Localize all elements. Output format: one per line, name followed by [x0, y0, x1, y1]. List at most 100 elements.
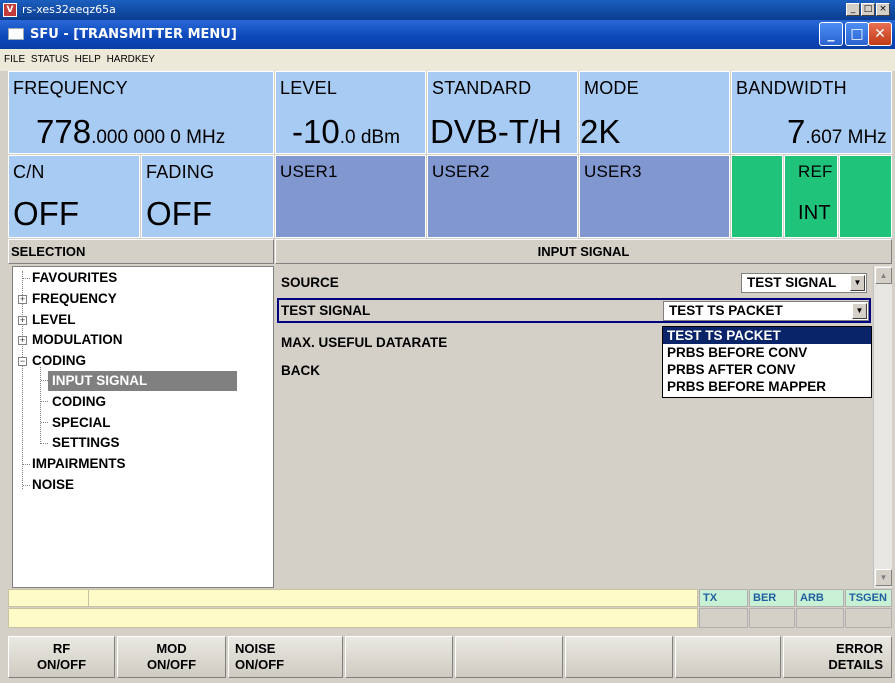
user2-label: USER2 — [432, 162, 490, 181]
expand-icon[interactable]: + — [18, 295, 27, 304]
tree-item-frequency[interactable]: FREQUENCY — [32, 289, 117, 309]
minimize-icon[interactable]: _ — [846, 3, 860, 16]
minimize-button[interactable]: _ — [819, 22, 843, 46]
bandwidth-label: BANDWIDTH — [736, 78, 847, 98]
status-bar-top — [8, 589, 698, 607]
test-signal-select[interactable]: TEST TS PACKET ▼ — [663, 301, 869, 321]
test-signal-row[interactable]: TEST SIGNAL TEST TS PACKET ▼ — [277, 298, 871, 323]
outer-window-titlebar: V rs-xes32eeqz65a _ □ × — [0, 0, 895, 20]
user1-panel[interactable]: USER1 — [275, 155, 426, 238]
mode-label: MODE — [584, 78, 639, 98]
expand-icon[interactable]: + — [18, 336, 27, 345]
sfu-screen: V rs-xes32eeqz65a _ □ × SFU - [TRANSMITT… — [0, 0, 895, 683]
source-label: SOURCE — [281, 275, 339, 290]
mode-panel[interactable]: MODE 2K — [579, 71, 730, 154]
option-prbs-before-mapper[interactable]: PRBS BEFORE MAPPER — [663, 378, 871, 395]
tree-item-level[interactable]: LEVEL — [32, 310, 76, 330]
cn-panel[interactable]: C/N OFF — [8, 155, 140, 238]
minimize-icon: _ — [827, 26, 835, 42]
menu-help[interactable]: HELP — [75, 54, 101, 65]
vnc-logo-icon: V — [3, 3, 17, 17]
window-icon — [8, 28, 24, 40]
scroll-up-icon[interactable]: ▲ — [875, 267, 892, 284]
source-select[interactable]: TEST SIGNAL ▼ — [741, 273, 867, 293]
rf-onoff-button[interactable]: RF ON/OFF — [8, 636, 115, 678]
scroll-down-icon[interactable]: ▼ — [875, 569, 892, 586]
noise-onoff-button[interactable]: NOISE ON/OFF — [228, 636, 343, 678]
menu-file[interactable]: FILE — [4, 54, 25, 65]
ref-label: REF — [798, 162, 833, 181]
close-button[interactable]: ✕ — [868, 22, 892, 46]
status-green-1 — [731, 155, 783, 238]
cn-value: OFF — [13, 195, 79, 232]
user2-panel[interactable]: USER2 — [427, 155, 578, 238]
frequency-value: 778.000 000 0 MHz — [36, 113, 226, 150]
tree-item-impairments[interactable]: IMPAIRMENTS — [32, 454, 126, 474]
bandwidth-panel[interactable]: BANDWIDTH 7.607 MHz — [731, 71, 892, 154]
ref-value: INT — [798, 202, 831, 224]
restore-icon: □ — [850, 26, 864, 42]
tx-indicator: TX — [699, 589, 748, 607]
test-signal-dropdown: TEST TS PACKET PRBS BEFORE CONV PRBS AFT… — [662, 326, 872, 398]
option-prbs-after-conv[interactable]: PRBS AFTER CONV — [663, 361, 871, 378]
mod-onoff-button[interactable]: MOD ON/OFF — [117, 636, 226, 678]
back-label[interactable]: BACK — [281, 361, 320, 381]
selection-header: SELECTION — [8, 239, 274, 264]
maximize-icon[interactable]: □ — [861, 3, 875, 16]
restore-button[interactable]: □ — [845, 22, 869, 46]
vertical-scrollbar[interactable]: ▲ ▼ — [873, 266, 892, 588]
close-icon: ✕ — [874, 26, 886, 42]
selection-tree: FAVOURITES + FREQUENCY + LEVEL + MODULAT… — [12, 266, 274, 588]
error-details-button[interactable]: ERROR DETAILS — [783, 636, 892, 678]
chevron-down-icon[interactable]: ▼ — [852, 303, 867, 319]
outer-window-title: rs-xes32eeqz65a — [22, 3, 116, 16]
input-signal-header: INPUT SIGNAL — [275, 239, 892, 264]
max-datarate-label: MAX. USEFUL DATARATE — [281, 335, 448, 350]
expand-icon[interactable]: + — [18, 316, 27, 325]
tsgen-indicator: TSGEN — [845, 589, 892, 607]
mode-value: 2K — [580, 113, 621, 150]
frequency-panel[interactable]: FREQUENCY 778.000 000 0 MHz — [8, 71, 274, 154]
menu-hardkey[interactable]: HARDKEY — [107, 54, 155, 65]
fading-label: FADING — [146, 162, 215, 182]
option-prbs-before-conv[interactable]: PRBS BEFORE CONV — [663, 344, 871, 361]
softkey-5[interactable] — [455, 636, 563, 678]
bandwidth-value: 7.607 MHz — [787, 113, 887, 150]
arb-indicator: ARB — [796, 589, 844, 607]
softkey-4[interactable] — [345, 636, 453, 678]
user1-label: USER1 — [280, 162, 338, 181]
test-signal-label: TEST SIGNAL — [281, 303, 371, 318]
tree-item-noise[interactable]: NOISE — [32, 475, 74, 495]
standard-panel[interactable]: STANDARD DVB-T/H — [427, 71, 578, 154]
ref-panel[interactable]: REF INT — [784, 155, 838, 238]
cn-label: C/N — [13, 162, 45, 182]
user3-panel[interactable]: USER3 — [579, 155, 730, 238]
status-bar-bottom — [8, 608, 698, 628]
tree-item-modulation[interactable]: MODULATION — [32, 330, 123, 350]
level-value: -10.0 dBm — [292, 113, 400, 150]
softkey-7[interactable] — [675, 636, 781, 678]
tree-item-input-signal[interactable]: INPUT SIGNAL — [48, 371, 237, 391]
fading-panel[interactable]: FADING OFF — [141, 155, 274, 238]
tree-item-settings[interactable]: SETTINGS — [52, 433, 120, 453]
fading-value: OFF — [146, 195, 212, 232]
close-icon[interactable]: × — [876, 3, 890, 16]
softkey-6[interactable] — [565, 636, 673, 678]
inner-window-titlebar: SFU - [TRANSMITTER MENU] _ □ ✕ — [0, 20, 895, 49]
chevron-down-icon[interactable]: ▼ — [850, 275, 865, 291]
menu-status[interactable]: STATUS — [31, 54, 69, 65]
level-label: LEVEL — [280, 78, 338, 98]
standard-label: STANDARD — [432, 78, 532, 98]
input-signal-panel: SOURCE TEST SIGNAL ▼ TEST SIGNAL TEST TS… — [275, 266, 873, 588]
user3-label: USER3 — [584, 162, 642, 181]
frequency-label: FREQUENCY — [13, 78, 128, 98]
standard-value: DVB-T/H — [430, 113, 562, 150]
level-panel[interactable]: LEVEL -10.0 dBm — [275, 71, 426, 154]
menubar: FILE STATUS HELP HARDKEY — [0, 49, 895, 71]
tree-item-favourites[interactable]: FAVOURITES — [32, 268, 117, 288]
option-test-ts-packet[interactable]: TEST TS PACKET — [663, 327, 871, 344]
tree-item-coding-sub[interactable]: CODING — [52, 392, 106, 412]
status-green-2 — [839, 155, 892, 238]
tree-item-special[interactable]: SPECIAL — [52, 413, 111, 433]
collapse-icon[interactable]: − — [18, 357, 27, 366]
